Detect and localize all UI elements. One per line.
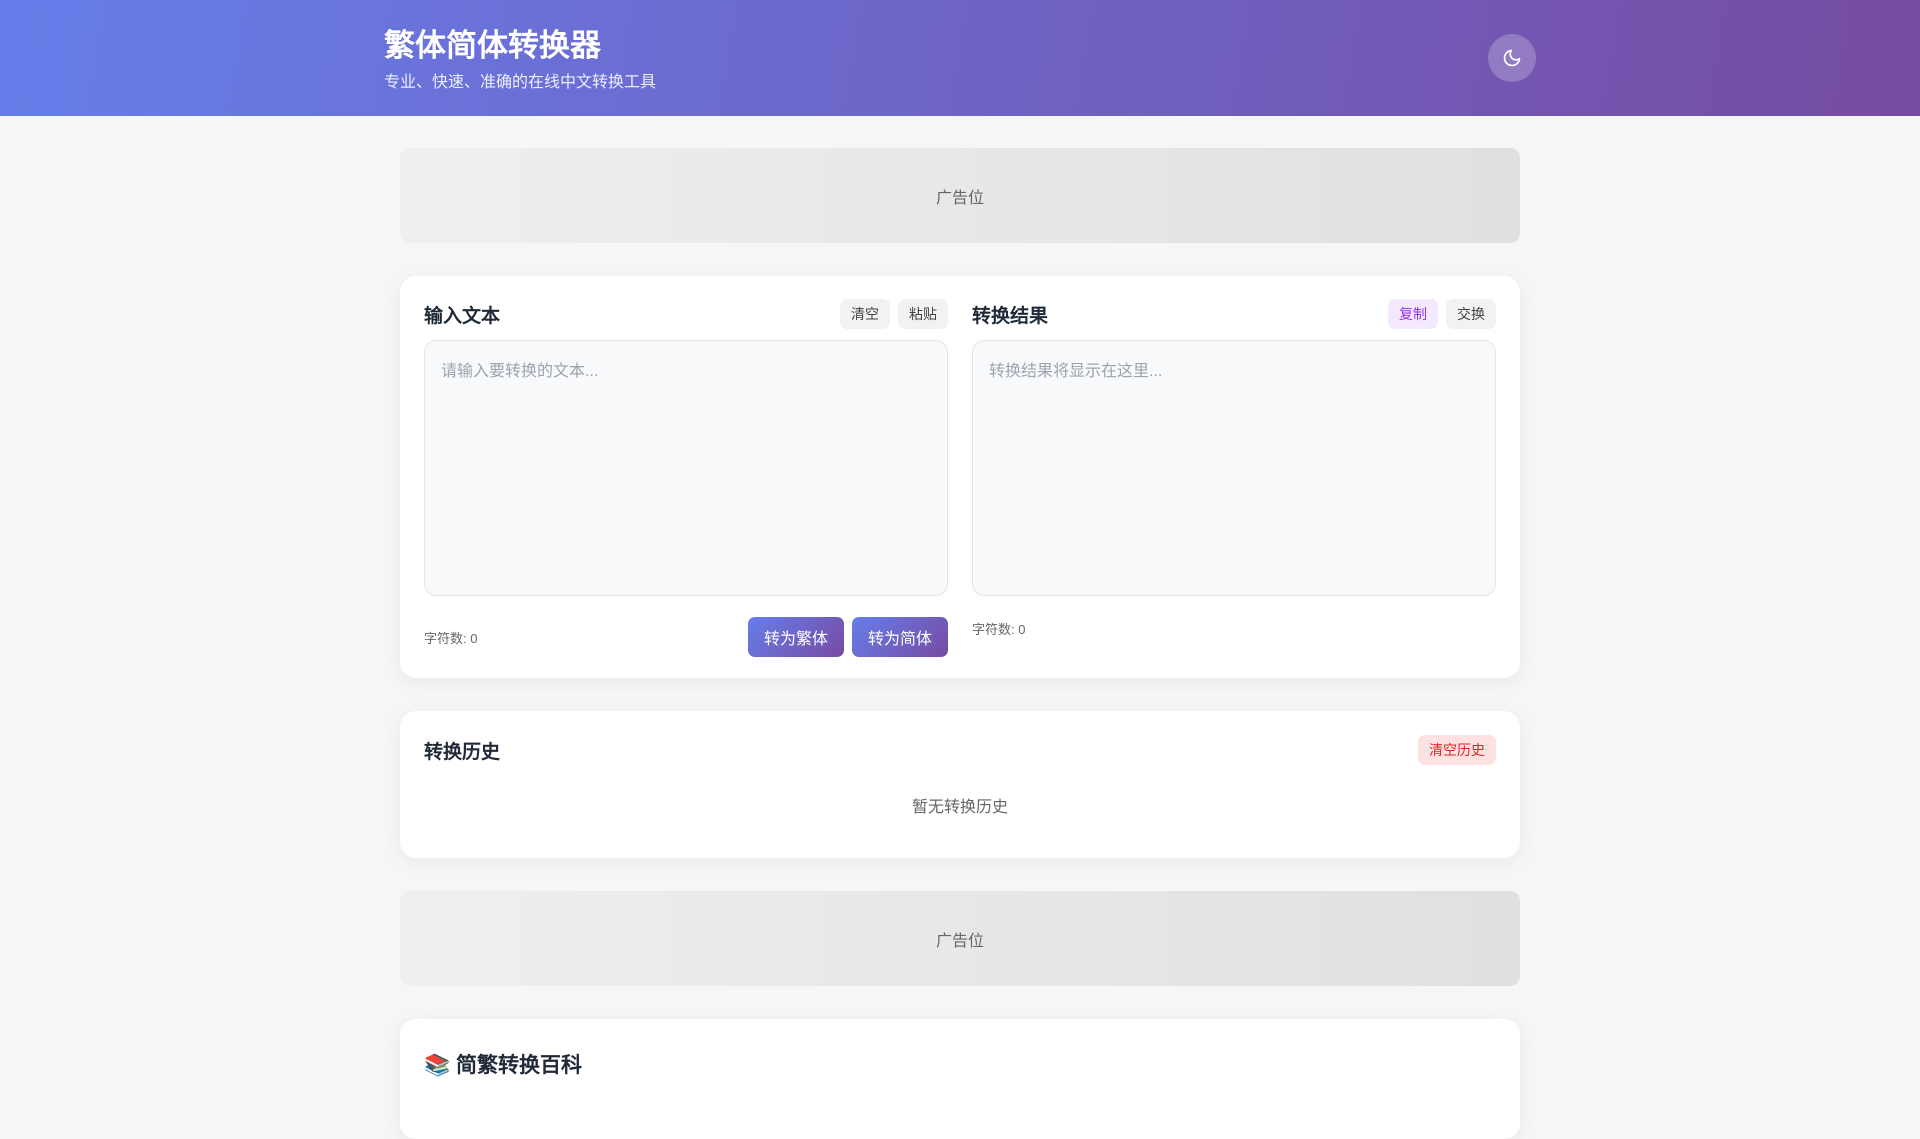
to-simplified-button[interactable]: 转为简体 <box>851 617 948 657</box>
output-title: 转换结果 <box>972 305 1049 327</box>
ad-banner-bottom: 广告位 <box>400 891 1520 986</box>
swap-button[interactable]: 交换 <box>1446 299 1496 329</box>
output-char-count: 字符数: 0 <box>972 622 1026 637</box>
wiki-title: 简繁转换百科 <box>456 1054 582 1077</box>
input-char-count: 字符数: 0 <box>424 630 478 646</box>
moon-icon <box>1503 49 1521 67</box>
ad-banner-top: 广告位 <box>400 148 1520 243</box>
history-title: 转换历史 <box>424 741 501 763</box>
theme-toggle-button[interactable] <box>1488 34 1536 82</box>
clear-history-button[interactable]: 清空历史 <box>1418 735 1496 765</box>
output-textarea[interactable] <box>972 340 1496 596</box>
copy-button[interactable]: 复制 <box>1388 299 1438 329</box>
input-panel: 输入文本 清空粘贴 字符数: 0 转为繁体转为简体 <box>424 299 948 657</box>
page-subtitle: 专业、快速、准确的在线中文转换工具 <box>384 74 657 91</box>
input-textarea[interactable] <box>424 340 948 596</box>
header: 繁体简体转换器 专业、快速、准确的在线中文转换工具 <box>0 0 1920 116</box>
input-title: 输入文本 <box>424 305 501 327</box>
paste-button[interactable]: 粘贴 <box>898 299 948 329</box>
ad-label: 广告位 <box>935 189 984 207</box>
to-traditional-button[interactable]: 转为繁体 <box>747 617 844 657</box>
books-icon: 📚 <box>424 1054 451 1077</box>
history-empty-text: 暂无转换历史 <box>911 799 1008 816</box>
ad-label: 广告位 <box>935 932 984 950</box>
converter-card: 输入文本 清空粘贴 字符数: 0 转为繁体转为简体 转换结果 复制交换 字符数:… <box>400 276 1520 678</box>
page-title: 繁体简体转换器 <box>384 28 601 63</box>
wiki-card: 📚 简繁转换百科 <box>400 1019 1520 1139</box>
clear-button[interactable]: 清空 <box>840 299 890 329</box>
output-panel: 转换结果 复制交换 字符数: 0 <box>972 299 1496 638</box>
history-card: 转换历史 清空历史 暂无转换历史 <box>400 711 1520 858</box>
